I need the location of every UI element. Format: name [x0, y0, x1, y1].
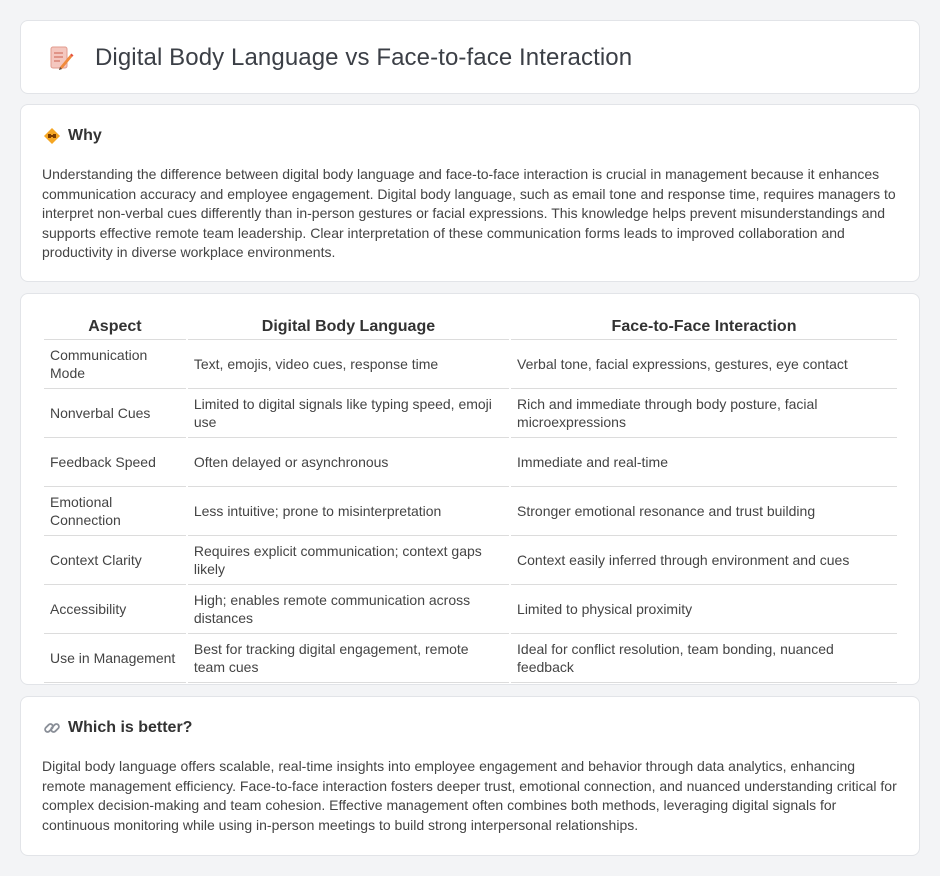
document-pencil-icon: [45, 43, 75, 73]
aspect-cell: Nonverbal Cues: [44, 389, 186, 438]
digital-cell: Best for tracking digital engagement, re…: [187, 634, 510, 683]
face-to-face-cell: Immediate and real-time: [511, 438, 897, 487]
aspect-cell: Context Clarity: [44, 536, 186, 585]
table-row: Context Clarity Requires explicit commun…: [44, 536, 897, 585]
aspect-cell: Accessibility: [44, 585, 186, 634]
why-heading-row: Why: [43, 127, 102, 145]
face-to-face-cell: Limited to physical proximity: [511, 585, 897, 634]
table-row: Nonverbal Cues Limited to digital signal…: [44, 389, 897, 438]
digital-cell: Limited to digital signals like typing s…: [187, 389, 510, 438]
better-paragraph: Digital body language offers scalable, r…: [42, 758, 897, 833]
aspect-cell: Communication Mode: [44, 340, 186, 389]
column-header-aspect: Aspect: [44, 313, 186, 340]
face-to-face-cell: Ideal for conflict resolution, team bond…: [511, 634, 897, 683]
aspect-cell: Feedback Speed: [44, 438, 186, 487]
diamond-signpost-icon: [43, 127, 61, 145]
why-paragraph: Understanding the difference between dig…: [42, 166, 896, 261]
table-row: Accessibility High; enables remote commu…: [44, 585, 897, 634]
digital-cell: Less intuitive; prone to misinterpretati…: [187, 487, 510, 536]
table-row: Use in Management Best for tracking digi…: [44, 634, 897, 683]
aspect-cell: Emotional Connection: [44, 487, 186, 536]
table-row: Feedback Speed Often delayed or asynchro…: [44, 438, 897, 487]
title-card: Digital Body Language vs Face-to-face In…: [20, 20, 920, 94]
face-to-face-cell: Verbal tone, facial expressions, gesture…: [511, 340, 897, 389]
table-header-row: Aspect Digital Body Language Face-to-Fac…: [44, 313, 897, 340]
title-row: Digital Body Language vs Face-to-face In…: [45, 21, 632, 95]
better-heading-row: Which is better?: [43, 719, 192, 737]
column-header-face-to-face: Face-to-Face Interaction: [511, 313, 897, 340]
face-to-face-cell: Context easily inferred through environm…: [511, 536, 897, 585]
comparison-table: Aspect Digital Body Language Face-to-Fac…: [42, 313, 899, 683]
which-is-better-section: Which is better? Digital body language o…: [20, 696, 920, 856]
comparison-section: Aspect Digital Body Language Face-to-Fac…: [20, 293, 920, 685]
digital-cell: Text, emojis, video cues, response time: [187, 340, 510, 389]
page-title: Digital Body Language vs Face-to-face In…: [95, 44, 633, 71]
column-header-digital: Digital Body Language: [187, 313, 510, 340]
table-row: Communication Mode Text, emojis, video c…: [44, 340, 897, 389]
why-section: Why Understanding the difference between…: [20, 104, 920, 282]
table-row: Emotional Connection Less intuitive; pro…: [44, 487, 897, 536]
digital-cell: High; enables remote communication acros…: [187, 585, 510, 634]
why-heading: Why: [68, 127, 102, 144]
digital-cell: Requires explicit communication; context…: [187, 536, 510, 585]
face-to-face-cell: Rich and immediate through body posture,…: [511, 389, 897, 438]
link-icon: [43, 719, 61, 737]
aspect-cell: Use in Management: [44, 634, 186, 683]
digital-cell: Often delayed or asynchronous: [187, 438, 510, 487]
better-heading: Which is better?: [68, 719, 193, 736]
face-to-face-cell: Stronger emotional resonance and trust b…: [511, 487, 897, 536]
